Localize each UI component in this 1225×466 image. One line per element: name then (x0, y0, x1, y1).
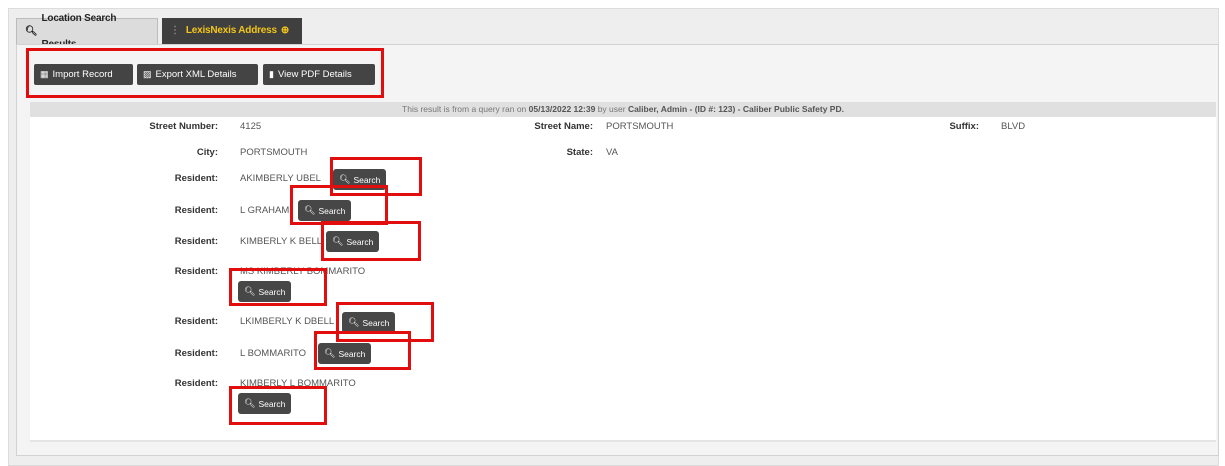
suffix-value: BLVD (1001, 121, 1026, 132)
resident-name: LKIMBERLY K DBELL (240, 316, 335, 327)
drag-handle-icon: ⋮ (170, 25, 180, 36)
resident-label: Resident: (174, 378, 218, 389)
search-highlight-box (290, 185, 388, 225)
tab-bar: 🔍︎ Location Search Results ⋮ LexisNexis … (16, 13, 302, 50)
resident-label: Resident: (174, 236, 218, 247)
street-number-value: 4125 (240, 121, 262, 132)
notice-datetime: 05/13/2022 12:39 (528, 104, 596, 114)
city-value: PORTSMOUTH (240, 147, 308, 158)
street-name-label: Street Name: (534, 121, 593, 132)
search-icon: 🔍︎ (25, 25, 38, 37)
resident-label: Resident: (174, 348, 218, 359)
resident-name: L GRAHAM (240, 205, 290, 216)
toolbar-highlight-box (26, 48, 384, 98)
resident-name: L BOMMARITO (240, 348, 306, 359)
record-details (30, 117, 1216, 440)
search-highlight-box (314, 331, 411, 370)
search-highlight-box (321, 221, 421, 261)
resident-label: Resident: (174, 205, 218, 216)
resident-label: Resident: (174, 266, 218, 277)
search-highlight-box (229, 386, 327, 425)
street-number-label: Street Number: (149, 121, 218, 132)
notice-prefix: This result is from a query ran on (402, 104, 527, 114)
resident-name: KIMBERLY K BELL (240, 236, 323, 247)
tab-lexisnexis-address[interactable]: ⋮ LexisNexis Address ⊕ (162, 18, 302, 44)
state-value: VA (606, 147, 618, 158)
tab-label: LexisNexis Address (185, 25, 277, 36)
city-label: City: (196, 147, 218, 158)
notice-user: Caliber, Admin - (ID #: 123) - Caliber P… (627, 104, 844, 114)
notice-by-user: by user (597, 104, 626, 114)
resident-label: Resident: (174, 173, 218, 184)
suffix-label: Suffix: (949, 121, 979, 132)
query-notice: This result is from a query ran on 05/13… (30, 102, 1216, 117)
tab-location-search-results[interactable]: 🔍︎ Location Search Results (16, 13, 158, 50)
search-highlight-box (229, 268, 327, 306)
resident-label: Resident: (174, 316, 218, 327)
footer-divider (30, 440, 1216, 442)
street-name-value: PORTSMOUTH (606, 121, 674, 132)
state-label: State: (566, 147, 593, 158)
plus-circle-icon[interactable]: ⊕ (281, 18, 289, 44)
resident-name: AKIMBERLY UBEL (240, 173, 321, 184)
